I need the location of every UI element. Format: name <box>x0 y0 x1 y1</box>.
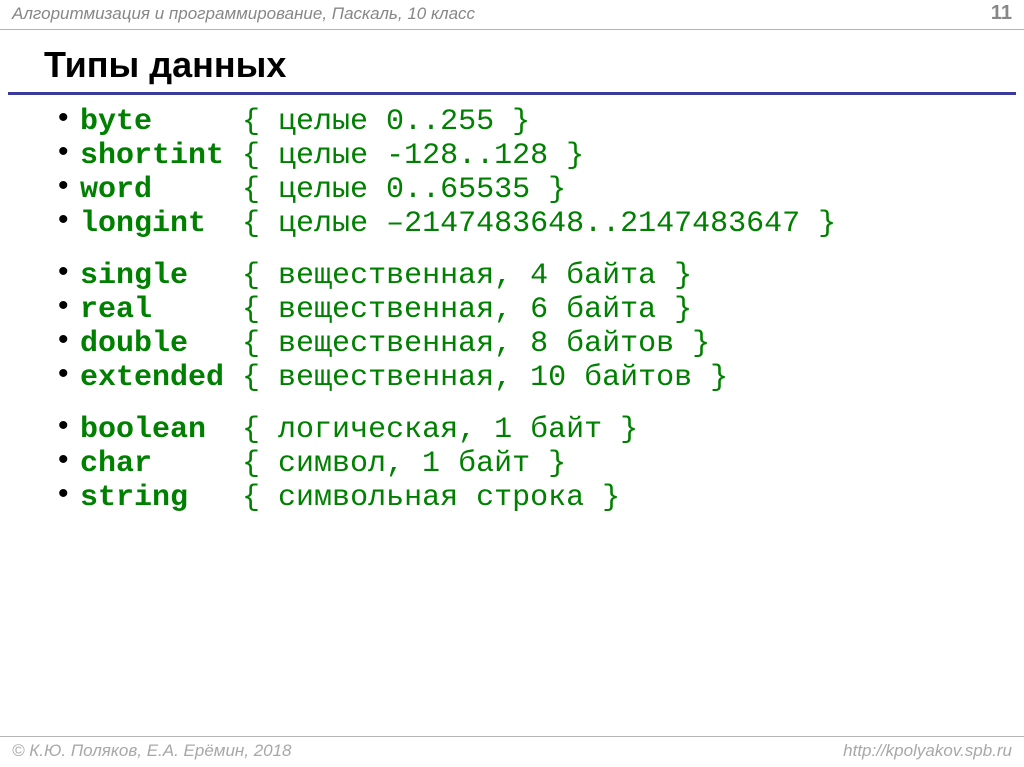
bullet-icon: • <box>58 411 80 441</box>
header-title: Алгоритмизация и программирование, Паска… <box>12 4 475 24</box>
type-pad <box>152 173 242 207</box>
bullet-icon: • <box>58 479 80 509</box>
type-pad <box>206 207 242 241</box>
type-keyword: word <box>80 173 152 207</box>
bullet-icon: • <box>58 137 80 167</box>
type-pad <box>224 361 242 395</box>
type-row: • char { символ, 1 байт } <box>58 447 1024 481</box>
type-row: • string { символьная строка } <box>58 481 1024 515</box>
type-pad <box>152 447 242 481</box>
type-desc: { вещественная, 10 байтов } <box>242 361 728 395</box>
slide-title: Типы данных <box>8 30 1016 95</box>
type-row: • longint { целые –2147483648..214748364… <box>58 207 1024 241</box>
header-bar: Алгоритмизация и программирование, Паска… <box>0 0 1024 30</box>
type-pad <box>188 327 242 361</box>
type-row: • shortint { целые -128..128 } <box>58 139 1024 173</box>
bullet-icon: • <box>58 359 80 389</box>
footer-copyright: © К.Ю. Поляков, Е.А. Ерёмин, 2018 <box>12 741 292 761</box>
type-row: • single { вещественная, 4 байта } <box>58 259 1024 293</box>
type-desc: { вещественная, 6 байта } <box>242 293 692 327</box>
type-keyword: extended <box>80 361 224 395</box>
bullet-icon: • <box>58 205 80 235</box>
group-gap <box>58 395 1024 413</box>
type-keyword: real <box>80 293 152 327</box>
type-desc: { целые 0..255 } <box>242 105 530 139</box>
type-desc: { целые 0..65535 } <box>242 173 566 207</box>
type-desc: { логическая, 1 байт } <box>242 413 638 447</box>
bullet-icon: • <box>58 291 80 321</box>
type-keyword: string <box>80 481 188 515</box>
type-row: • word { целые 0..65535 } <box>58 173 1024 207</box>
type-row: • extended { вещественная, 10 байтов } <box>58 361 1024 395</box>
type-desc: { символьная строка } <box>242 481 620 515</box>
type-desc: { целые -128..128 } <box>242 139 584 173</box>
type-desc: { символ, 1 байт } <box>242 447 566 481</box>
type-pad <box>188 481 242 515</box>
group-gap <box>58 241 1024 259</box>
type-row: • boolean { логическая, 1 байт } <box>58 413 1024 447</box>
type-pad <box>224 139 242 173</box>
bullet-icon: • <box>58 171 80 201</box>
type-pad <box>206 413 242 447</box>
type-row: • double { вещественная, 8 байтов } <box>58 327 1024 361</box>
type-pad <box>188 259 242 293</box>
bullet-icon: • <box>58 325 80 355</box>
content: • byte { целые 0..255 } • shortint { цел… <box>0 105 1024 515</box>
type-keyword: double <box>80 327 188 361</box>
bullet-icon: • <box>58 257 80 287</box>
bullet-icon: • <box>58 103 80 133</box>
type-row: • byte { целые 0..255 } <box>58 105 1024 139</box>
footer-bar: © К.Ю. Поляков, Е.А. Ерёмин, 2018 http:/… <box>0 736 1024 767</box>
type-keyword: single <box>80 259 188 293</box>
footer-url: http://kpolyakov.spb.ru <box>843 741 1012 761</box>
type-keyword: shortint <box>80 139 224 173</box>
type-row: • real { вещественная, 6 байта } <box>58 293 1024 327</box>
type-desc: { вещественная, 8 байтов } <box>242 327 710 361</box>
type-desc: { вещественная, 4 байта } <box>242 259 692 293</box>
page-number: 11 <box>991 2 1012 25</box>
type-pad <box>152 293 242 327</box>
type-keyword: char <box>80 447 152 481</box>
type-desc: { целые –2147483648..2147483647 } <box>242 207 836 241</box>
type-keyword: byte <box>80 105 152 139</box>
bullet-icon: • <box>58 445 80 475</box>
type-keyword: longint <box>80 207 206 241</box>
type-keyword: boolean <box>80 413 206 447</box>
type-pad <box>152 105 242 139</box>
